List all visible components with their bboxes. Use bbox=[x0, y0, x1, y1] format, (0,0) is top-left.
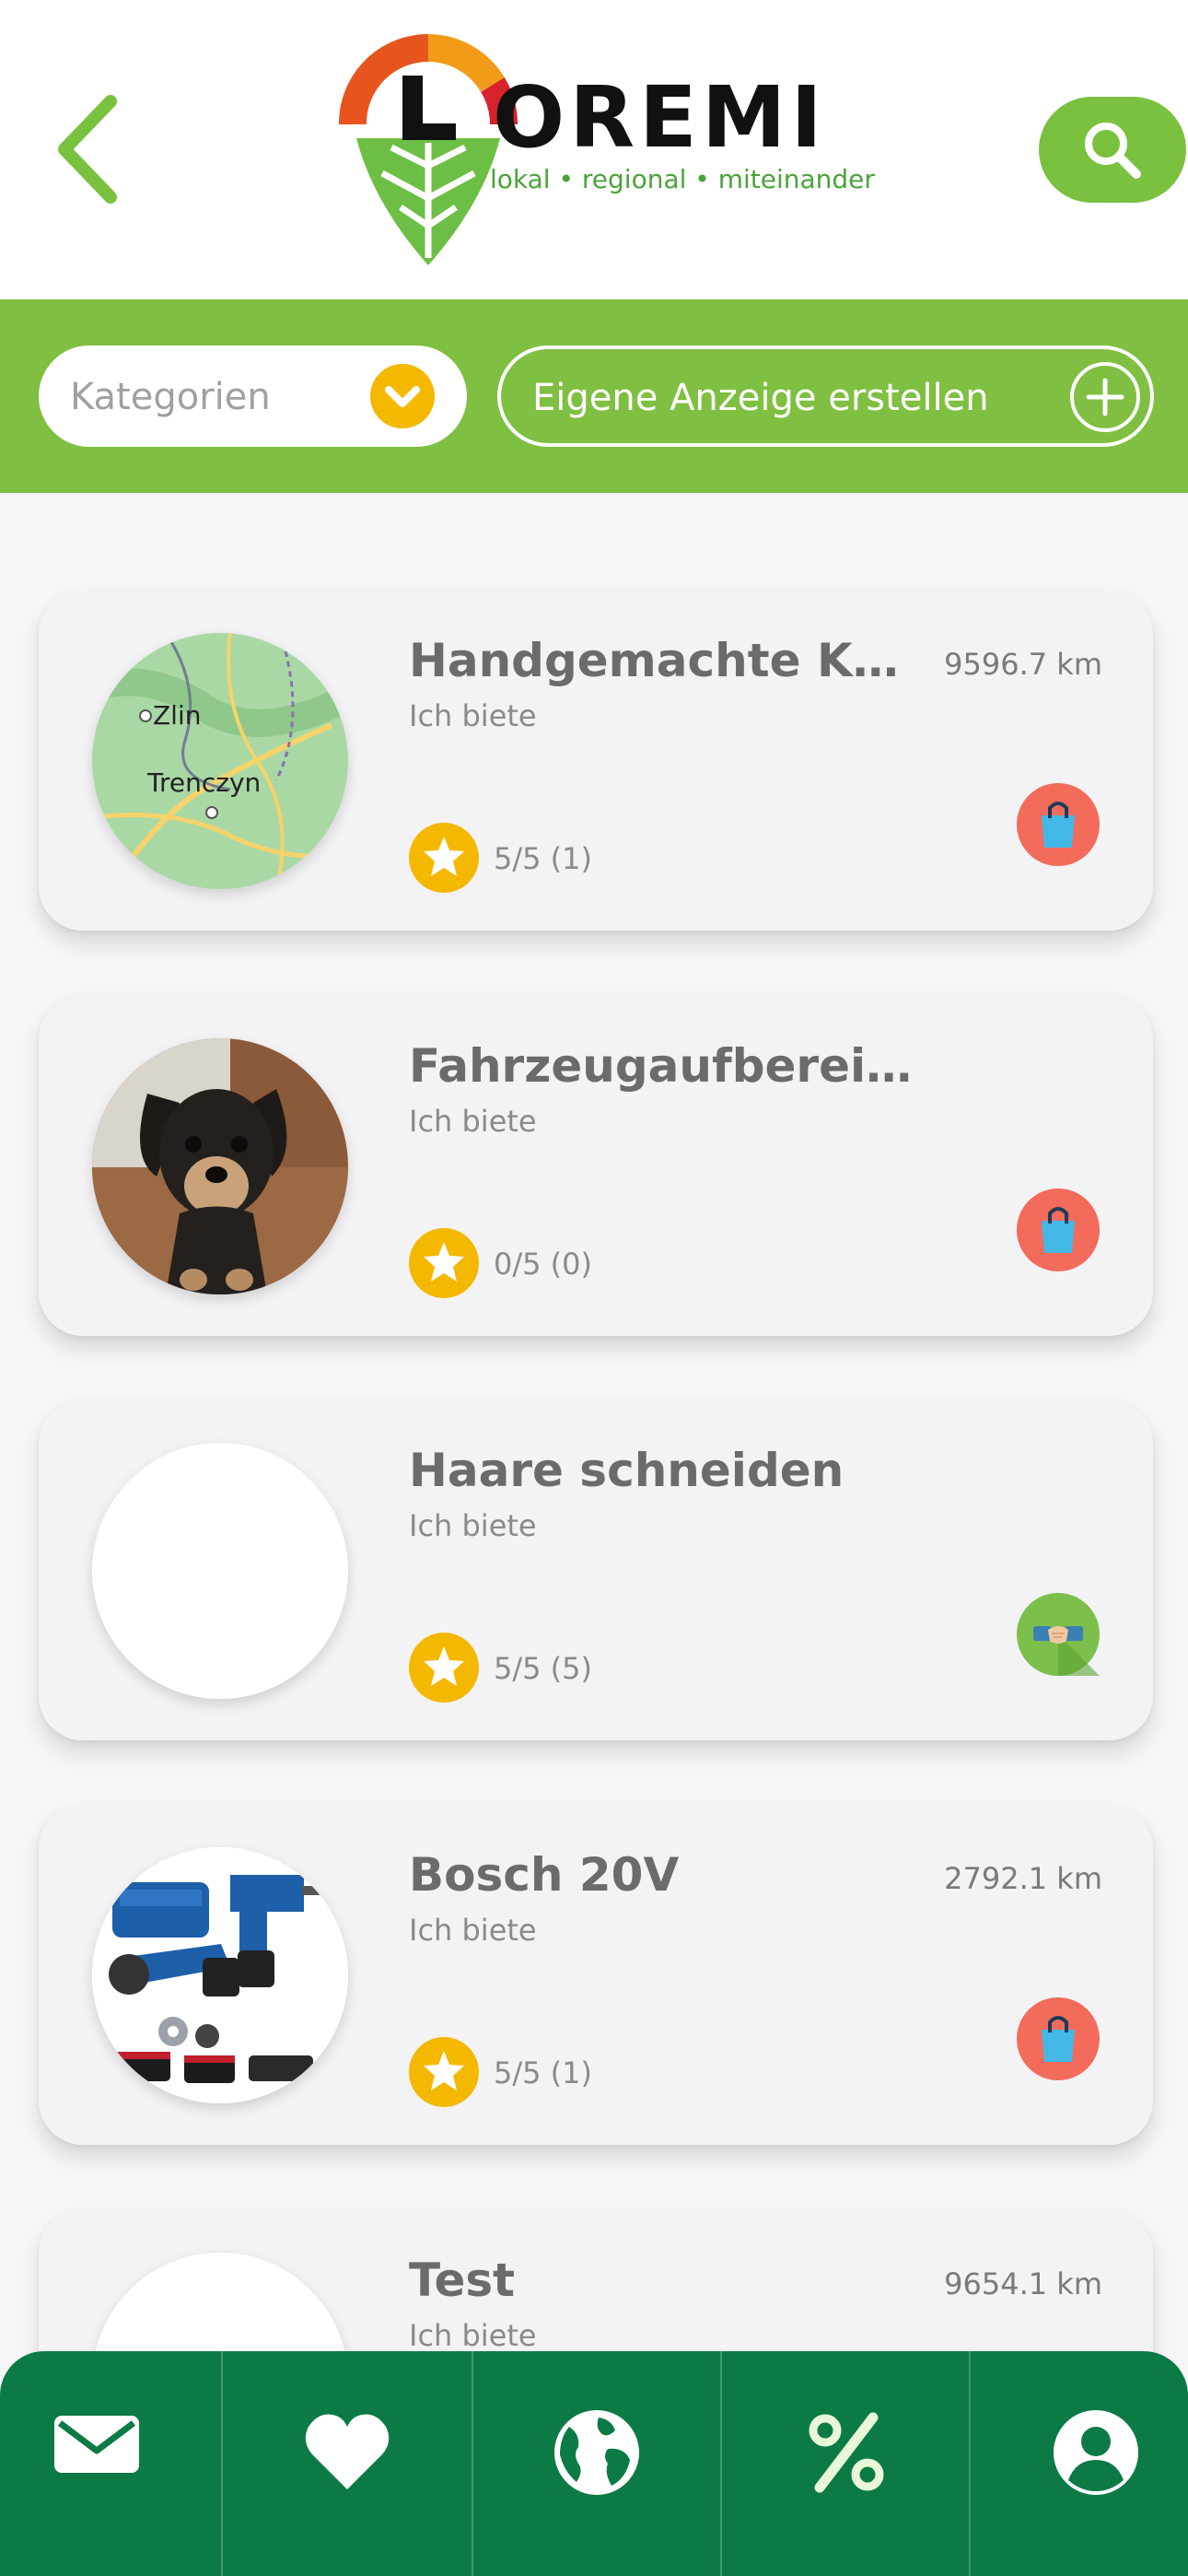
search-icon bbox=[1085, 123, 1141, 179]
listing-distance: 9654.1 km bbox=[944, 2266, 1102, 2301]
listing-card[interactable]: Fahrzeugaufbereitung Ich biete 0/5 (0) bbox=[39, 995, 1153, 1336]
nav-profile[interactable] bbox=[971, 2351, 1188, 2576]
rating-text: 0/5 (0) bbox=[494, 1247, 592, 1282]
listing-thumbnail-dog bbox=[92, 1038, 348, 1294]
listing-thumbnail-tools bbox=[92, 1847, 348, 2103]
listing-card[interactable]: Bosch 20V 2792.1 km Ich biete 5/5 (1) bbox=[39, 1804, 1153, 2145]
filter-bar: Kategorien Eigene Anzeige erstellen bbox=[0, 299, 1188, 493]
listing-distance: 2792.1 km bbox=[944, 1861, 1102, 1896]
listing-thumbnail-map: Zlin Trenczyn bbox=[92, 633, 348, 889]
rating-text: 5/5 (1) bbox=[494, 841, 592, 876]
nav-favorites[interactable] bbox=[223, 2351, 472, 2576]
listing-type-label: Ich biete bbox=[409, 2318, 537, 2353]
search-button[interactable] bbox=[1039, 97, 1186, 203]
listing-card[interactable]: Haare schneiden Ich biete 5/5 (5) bbox=[39, 1399, 1153, 1740]
nav-explore[interactable] bbox=[473, 2351, 720, 2576]
star-icon bbox=[409, 823, 479, 893]
back-button[interactable] bbox=[44, 85, 146, 214]
shopping-bag-icon bbox=[1017, 1997, 1100, 2080]
listing-thumbnail-empty bbox=[92, 1443, 348, 1699]
category-dropdown[interactable]: Kategorien bbox=[39, 345, 467, 447]
percent-icon bbox=[809, 2412, 884, 2493]
chevron-down-icon bbox=[370, 364, 435, 428]
bottom-navigation bbox=[0, 2351, 1188, 2576]
mail-icon bbox=[54, 2416, 139, 2473]
listing-title: Handgemachte Kart... bbox=[409, 634, 925, 687]
loremi-logo: OREMI lokal • regional • miteinander bbox=[336, 28, 875, 267]
map-label-zlin: Zlin bbox=[153, 700, 202, 731]
heart-icon bbox=[305, 2414, 390, 2489]
app-screen: OREMI lokal • regional • miteinander Kat… bbox=[0, 0, 1188, 2576]
listing-type-label: Ich biete bbox=[409, 698, 537, 733]
listing-type-label: Ich biete bbox=[409, 1104, 537, 1139]
create-listing-label: Eigene Anzeige erstellen bbox=[532, 377, 989, 419]
create-listing-button[interactable]: Eigene Anzeige erstellen bbox=[497, 345, 1154, 447]
handshake-icon bbox=[1017, 1593, 1100, 1676]
star-icon bbox=[409, 1633, 479, 1703]
listing-title: Fahrzeugaufbereitung bbox=[409, 1039, 925, 1093]
category-placeholder: Kategorien bbox=[70, 376, 271, 418]
rating-text: 5/5 (5) bbox=[494, 1651, 592, 1686]
logo-wordmark: OREMI bbox=[493, 68, 827, 167]
listing-type-label: Ich biete bbox=[409, 1913, 537, 1948]
listing-type-label: Ich biete bbox=[409, 1508, 537, 1543]
app-header: OREMI lokal • regional • miteinander bbox=[0, 0, 1188, 299]
shopping-bag-icon bbox=[1017, 1188, 1100, 1271]
map-label-trenczyn: Trenczyn bbox=[146, 767, 261, 798]
listing-title: Haare schneiden bbox=[409, 1444, 844, 1497]
shopping-bag-icon bbox=[1017, 783, 1100, 866]
logo-tagline: lokal • regional • miteinander bbox=[490, 164, 875, 194]
nav-offers[interactable] bbox=[722, 2351, 969, 2576]
plus-icon bbox=[1070, 362, 1140, 432]
listing-title: Test bbox=[409, 2254, 516, 2307]
chevron-left-icon bbox=[58, 95, 117, 204]
star-icon bbox=[409, 2037, 479, 2107]
listing-card[interactable]: Zlin Trenczyn Handgemachte Kart... 9596.… bbox=[39, 590, 1153, 931]
nav-messages[interactable] bbox=[0, 2351, 221, 2576]
listing-distance: 9596.7 km bbox=[944, 647, 1102, 682]
profile-icon bbox=[1054, 2410, 1138, 2495]
listing-title: Bosch 20V bbox=[409, 1848, 680, 1902]
star-icon bbox=[409, 1228, 479, 1298]
rating-text: 5/5 (1) bbox=[494, 2055, 592, 2090]
globe-icon bbox=[554, 2410, 639, 2495]
